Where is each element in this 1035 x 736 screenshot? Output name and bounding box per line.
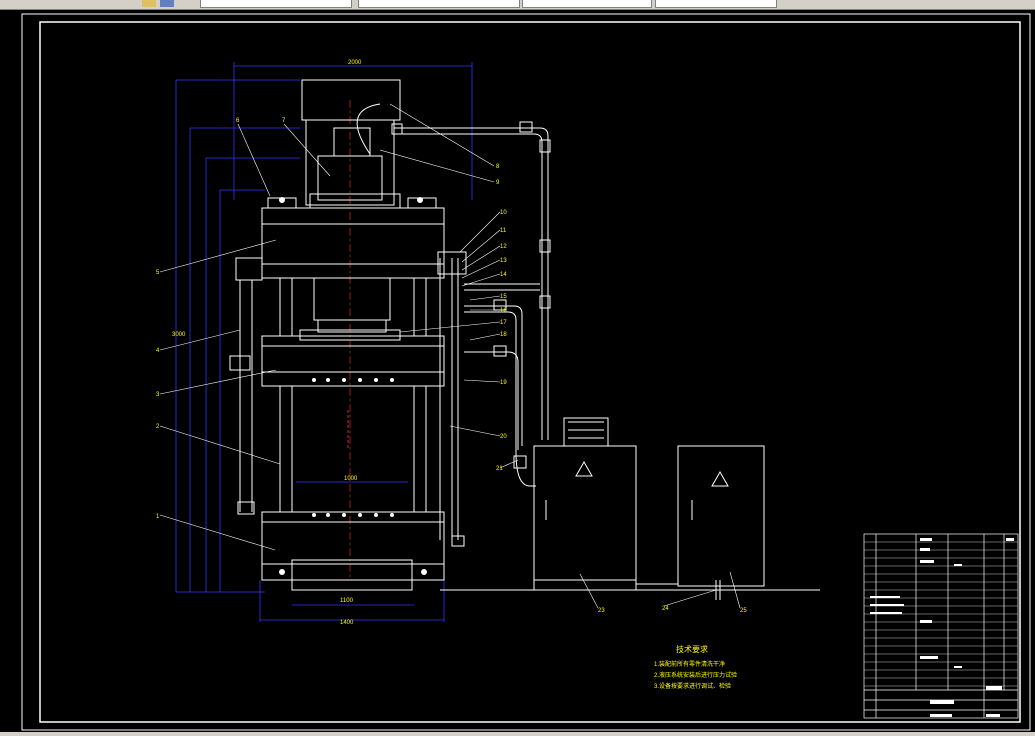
- toolbar-field[interactable]: [522, 0, 652, 8]
- press-frame: [229, 79, 467, 591]
- tech-line: 3.设备按要求进行调试、检验: [654, 682, 731, 690]
- part-label: 16: [500, 308, 507, 314]
- title-block: [863, 533, 1019, 719]
- svg-text:1000: 1000: [344, 476, 358, 482]
- part-label: 4: [156, 348, 160, 354]
- part-label: 18: [500, 332, 507, 338]
- toolbar-field[interactable]: [655, 0, 777, 8]
- svg-text:3000: 3000: [172, 332, 186, 338]
- part-label: 23: [598, 608, 605, 614]
- status-bar: [0, 732, 1035, 736]
- hydraulic-tanks: [440, 417, 820, 600]
- part-label: 7: [282, 118, 286, 124]
- part-label: 8: [496, 164, 500, 170]
- tech-line: 2.液压系统安装后进行压力试验: [654, 671, 737, 679]
- part-label: 11: [500, 228, 507, 234]
- toolbar-icon[interactable]: [142, 0, 156, 7]
- tech-line: 1.装配前所有零件清洗干净: [654, 660, 725, 668]
- part-label: 17: [500, 320, 507, 326]
- part-label: 24: [662, 606, 669, 612]
- dimension-lines: [175, 62, 473, 622]
- part-label: 2: [156, 424, 160, 430]
- toolbar-field[interactable]: [358, 0, 520, 8]
- part-label: 10: [500, 210, 507, 216]
- tech-requirements: 技术要求 1.装配前所有零件清洗干净 2.液压系统安装后进行压力试验 3.设备按…: [654, 644, 737, 690]
- drawing-canvas[interactable]: 2000 3000 1100 1400 1000 1 2 3 4 5 6 7 8…: [0, 10, 1035, 732]
- part-label: 6: [236, 118, 240, 124]
- toolbar-field[interactable]: [200, 0, 352, 8]
- part-label: 12: [500, 244, 507, 250]
- part-label: 9: [496, 180, 500, 186]
- press-drawing: 2000 3000 1100 1400 1000 1 2 3 4 5 6 7 8…: [21, 13, 1031, 731]
- part-label: 15: [500, 294, 507, 300]
- svg-text:1100: 1100: [340, 598, 354, 604]
- part-label: 14: [500, 272, 507, 278]
- svg-text:2000: 2000: [348, 60, 362, 66]
- part-label: 3: [156, 392, 160, 398]
- part-label: 5: [156, 270, 160, 276]
- hydraulic-pipes: [356, 103, 551, 487]
- part-label: 19: [500, 380, 507, 386]
- toolbar: [0, 0, 1035, 10]
- toolbar-icon[interactable]: [160, 0, 174, 7]
- svg-text:1400: 1400: [340, 620, 354, 626]
- part-label: 13: [500, 258, 507, 264]
- tech-title: 技术要求: [676, 644, 708, 654]
- part-label: 20: [500, 434, 507, 440]
- part-label: 21: [496, 466, 503, 472]
- part-label: 25: [740, 608, 747, 614]
- part-label: 1: [156, 514, 160, 520]
